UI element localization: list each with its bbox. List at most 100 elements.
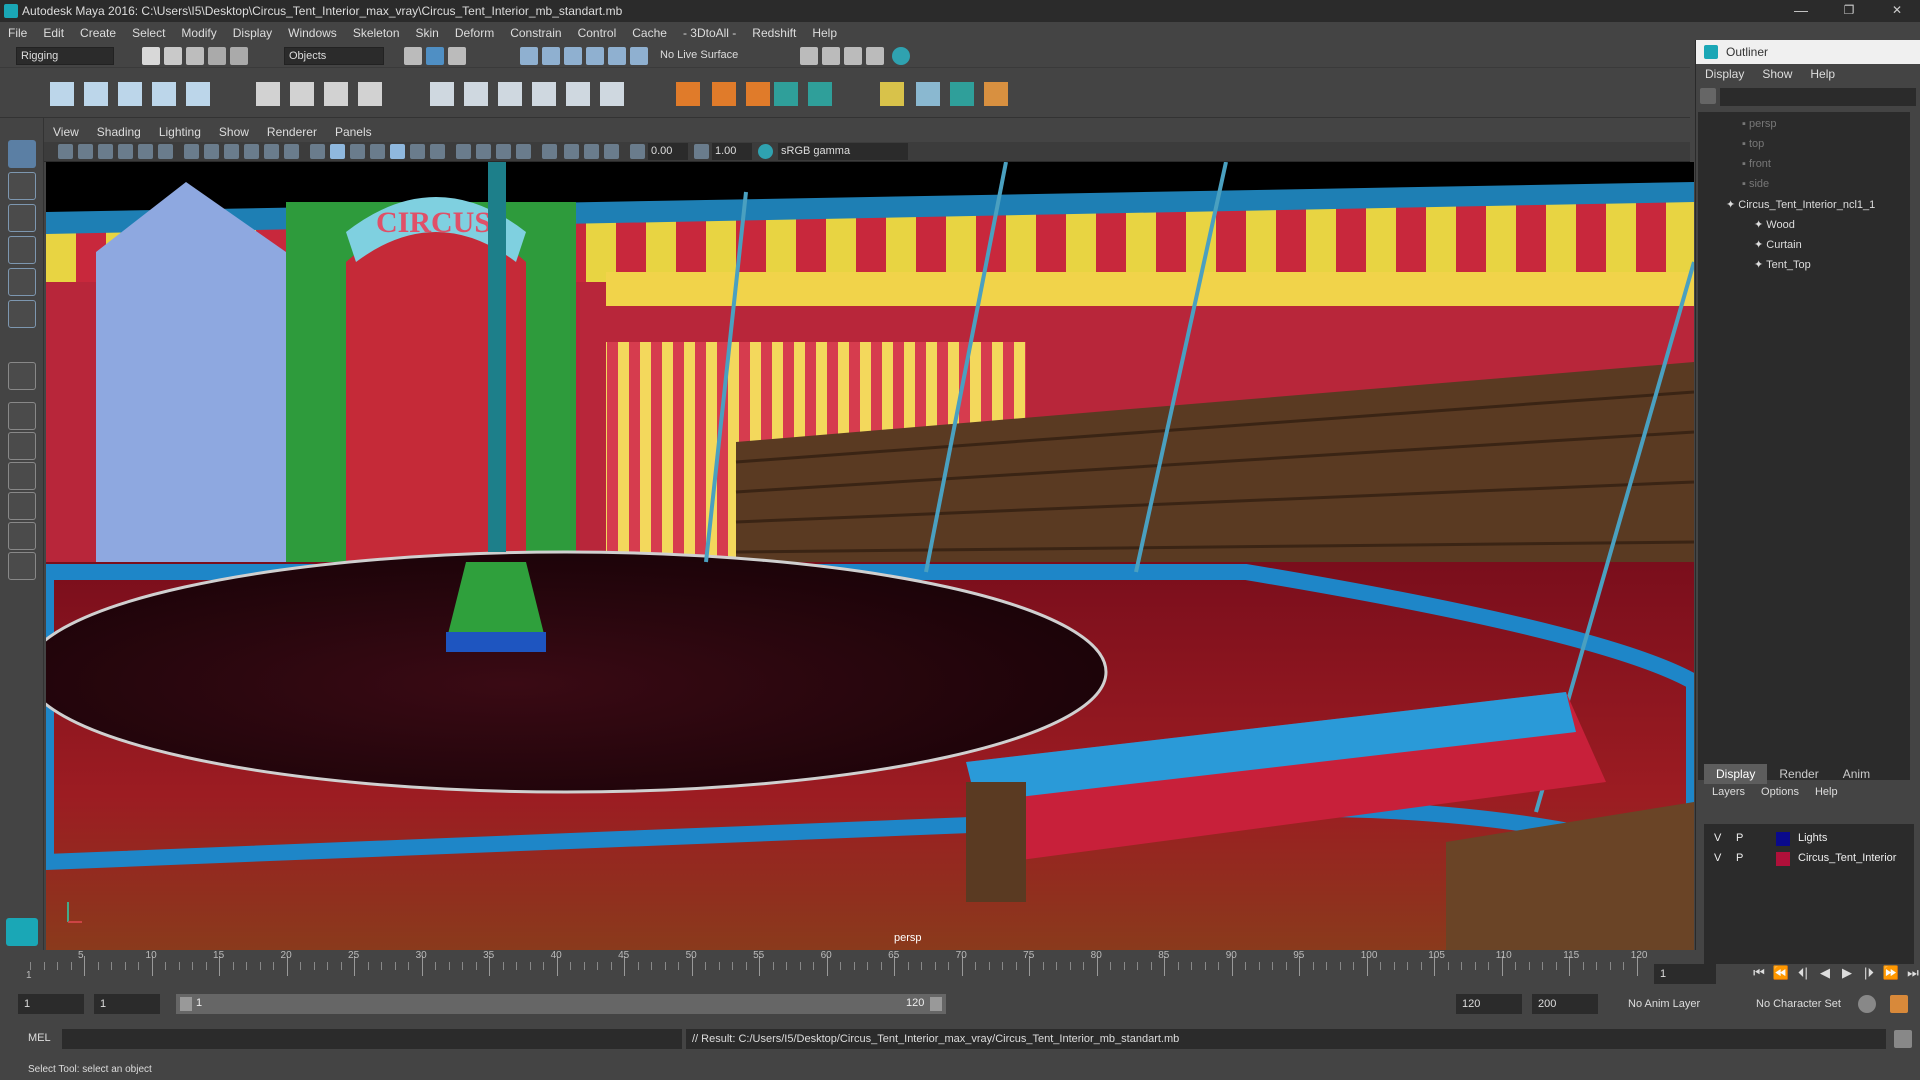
step-back-frame-button[interactable]: ⏴|	[1794, 964, 1812, 982]
layer-menu-0[interactable]: Layers	[1704, 786, 1753, 798]
viewport-menu-5[interactable]: Panels	[326, 125, 381, 139]
anim-layer-dropdown[interactable]: No Anim Layer	[1622, 994, 1742, 1014]
layer-tab-2[interactable]: Anim	[1831, 764, 1882, 784]
scale-constraint-icon[interactable]	[532, 82, 556, 106]
orient-constraint-icon[interactable]	[498, 82, 522, 106]
outliner-menu-2[interactable]: Help	[1801, 67, 1844, 81]
snap-surface-icon[interactable]	[608, 47, 626, 65]
save-scene-icon[interactable]	[186, 47, 204, 65]
exposure-field[interactable]: 0.00	[648, 143, 688, 160]
field-chart-icon[interactable]	[264, 144, 279, 159]
layout-pane-icon[interactable]	[8, 522, 36, 550]
bookmark-icon[interactable]	[98, 144, 113, 159]
skin-bind-icon[interactable]	[256, 82, 280, 106]
use-default-material-icon[interactable]	[350, 144, 365, 159]
auto-key-icon[interactable]	[1858, 995, 1876, 1013]
film-gate-icon[interactable]	[204, 144, 219, 159]
viewport-menu-4[interactable]: Renderer	[258, 125, 326, 139]
wireframe-icon[interactable]	[310, 144, 325, 159]
outliner-item[interactable]: ✦ Circus_Tent_Interior_ncl1_1	[1726, 198, 1875, 211]
outliner-item[interactable]: ▪ front	[1742, 158, 1771, 170]
command-input[interactable]	[62, 1029, 682, 1049]
side-pane-icon[interactable]	[8, 432, 36, 460]
layout-hypershade-icon[interactable]	[8, 552, 36, 580]
select-camera-icon[interactable]	[58, 144, 73, 159]
locator-icon[interactable]	[676, 82, 700, 106]
menu-15[interactable]: Help	[804, 26, 845, 40]
time-slider[interactable]: 5 10 15 20 25 30 35 40 45 50 55 60 65 70 75 80 85 90 95 100…	[22, 950, 1919, 986]
textured-icon[interactable]	[390, 144, 405, 159]
outliner-item[interactable]: ✦ Curtain	[1754, 238, 1802, 251]
go-end-button[interactable]: ⏭	[1904, 964, 1920, 982]
viewport-menu-3[interactable]: Show	[210, 125, 258, 139]
menu-4[interactable]: Modify	[173, 26, 224, 40]
close-button[interactable]: ✕	[1874, 0, 1920, 22]
move-tool-icon[interactable]	[8, 236, 36, 264]
snap-curve-icon[interactable]	[542, 47, 560, 65]
menu-12[interactable]: Cache	[624, 26, 675, 40]
hik-character-icon[interactable]	[808, 82, 832, 106]
safe-action-icon[interactable]	[284, 144, 299, 159]
menu-2[interactable]: Create	[72, 26, 124, 40]
hypershade-icon[interactable]	[866, 47, 884, 65]
xray-components-icon[interactable]	[604, 144, 619, 159]
ipr-render-icon[interactable]	[822, 47, 840, 65]
layer-menu-2[interactable]: Help	[1807, 786, 1846, 798]
layer-row[interactable]: V P Circus_Tent_Interior	[1704, 850, 1914, 868]
anti-aliasing-icon[interactable]	[496, 144, 511, 159]
outliner-menu-0[interactable]: Display	[1696, 67, 1753, 81]
snap-grid-icon[interactable]	[520, 47, 538, 65]
mode-dropdown[interactable]: Rigging	[16, 47, 114, 65]
range-end-handle[interactable]	[930, 997, 942, 1011]
lasso-tool-icon[interactable]	[8, 172, 36, 200]
menu-1[interactable]: Edit	[35, 26, 72, 40]
character-set-dropdown[interactable]: No Character Set	[1750, 994, 1868, 1014]
outliner-pane-icon[interactable]	[8, 462, 36, 490]
four-pane-icon[interactable]	[8, 402, 36, 430]
menu-11[interactable]: Control	[570, 26, 625, 40]
single-pane-icon[interactable]	[8, 362, 36, 390]
layer-playback-toggle[interactable]: P	[1736, 852, 1743, 864]
resolution-gate-icon[interactable]	[224, 144, 239, 159]
blend-shape-icon[interactable]	[746, 82, 770, 106]
current-frame-field[interactable]: 1	[1654, 964, 1716, 984]
new-scene-icon[interactable]	[142, 47, 160, 65]
select-object-icon[interactable]	[426, 47, 444, 65]
viewport-menu-1[interactable]: Shading	[88, 125, 150, 139]
minimize-button[interactable]: —	[1778, 0, 1824, 22]
viewport-menu-2[interactable]: Lighting	[150, 125, 210, 139]
range-start-handle[interactable]	[180, 997, 192, 1011]
lattice-icon[interactable]	[324, 82, 348, 106]
range-bar[interactable]: 1 120	[176, 994, 946, 1014]
outliner-item[interactable]: ▪ top	[1742, 138, 1764, 150]
mirror-joint-icon[interactable]	[186, 82, 210, 106]
shadows-icon[interactable]	[430, 144, 445, 159]
2d-pan-zoom-icon[interactable]	[138, 144, 153, 159]
outliner-item[interactable]: ▪ side	[1742, 178, 1769, 190]
rotate-tool-icon[interactable]	[8, 268, 36, 296]
viewport-persp[interactable]: CIRCUS persp	[46, 162, 1694, 950]
xray-joints-icon[interactable]	[584, 144, 599, 159]
snap-point-icon[interactable]	[564, 47, 582, 65]
grease-pencil-icon[interactable]	[158, 144, 173, 159]
go-start-button[interactable]: ⏮	[1750, 964, 1768, 982]
menu-13[interactable]: - 3DtoAll -	[675, 26, 744, 40]
snap-vertex-icon[interactable]	[630, 47, 648, 65]
select-component-icon[interactable]	[448, 47, 466, 65]
aim-constraint-icon[interactable]	[566, 82, 590, 106]
deformer-icon[interactable]	[984, 82, 1008, 106]
playback-start-field[interactable]: 1	[94, 994, 160, 1014]
redo-icon[interactable]	[230, 47, 248, 65]
outliner-menu-1[interactable]: Show	[1753, 67, 1801, 81]
layer-tab-0[interactable]: Display	[1704, 764, 1768, 784]
menu-3[interactable]: Select	[124, 26, 173, 40]
playback-end-field[interactable]: 120	[1456, 994, 1522, 1014]
render-settings-icon[interactable]	[844, 47, 862, 65]
menu-0[interactable]: File	[0, 26, 35, 40]
cluster-icon[interactable]	[358, 82, 382, 106]
maximize-button[interactable]: ❐	[1826, 0, 1872, 22]
point-constraint-icon[interactable]	[464, 82, 488, 106]
wireframe-on-shaded-icon[interactable]	[370, 144, 385, 159]
outliner-item[interactable]: ✦ Wood	[1754, 218, 1795, 231]
sculpt-tool-icon[interactable]	[916, 82, 940, 106]
